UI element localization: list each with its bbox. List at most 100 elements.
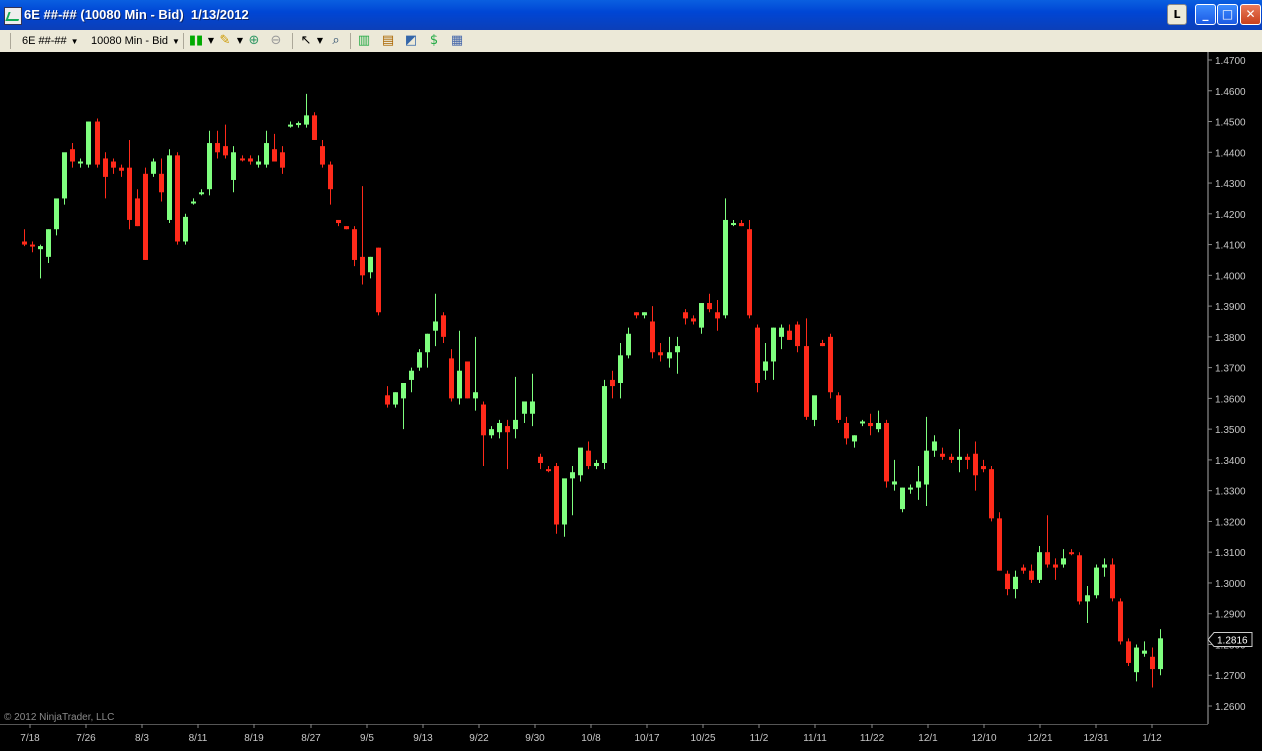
candle-body: [264, 143, 269, 165]
chart-plot-area[interactable]: [0, 52, 1208, 724]
candle: [530, 373, 535, 427]
candle-body: [457, 370, 462, 399]
candle: [578, 447, 583, 482]
candle-body: [30, 244, 35, 247]
candle-body: [360, 256, 365, 276]
candle: [949, 453, 954, 463]
candle-body: [658, 352, 663, 356]
candle: [425, 333, 430, 368]
candle-body: [312, 115, 317, 140]
indicators-icon[interactable]: ▤: [380, 33, 396, 49]
candle: [916, 466, 921, 500]
candle-body: [981, 466, 986, 470]
minimize-button[interactable]: _: [1195, 4, 1216, 25]
price-tick-label: 1.4500: [1215, 118, 1246, 129]
price-tick-label: 1.3000: [1215, 579, 1246, 590]
candle-body: [892, 481, 897, 485]
candle-body: [1005, 573, 1010, 590]
candle-body: [1021, 567, 1026, 571]
candle-body: [675, 346, 680, 353]
candle: [626, 327, 631, 359]
candle-body: [95, 121, 100, 165]
candle: [409, 367, 414, 393]
candle: [594, 459, 599, 470]
candle-body: [409, 370, 414, 380]
price-axis[interactable]: 1.4700 1.4600 1.4500 1.4400 1.4300 1.4200 1.41…: [1208, 52, 1262, 724]
candle-body: [1110, 564, 1115, 599]
candle-body: [167, 155, 172, 220]
search-icon[interactable]: ⌕: [328, 33, 344, 49]
candle-body: [62, 152, 67, 199]
candle-body: [1013, 576, 1018, 590]
candle-body: [489, 429, 494, 436]
candle-body: [610, 379, 615, 387]
strategies-icon[interactable]: ◩: [403, 33, 419, 49]
candle: [908, 484, 913, 494]
candle: [457, 330, 462, 405]
candle-body: [240, 158, 245, 161]
candle-body: [924, 450, 929, 485]
lock-button[interactable]: L: [1167, 4, 1187, 25]
candle-body: [828, 336, 833, 393]
time-tick-label: 12/10: [971, 733, 996, 744]
candle: [135, 189, 140, 227]
candle-body: [199, 192, 204, 195]
candle: [1045, 515, 1050, 568]
candle: [876, 410, 881, 433]
time-axis[interactable]: 7/18 7/26 8/3 8/11 8/19 8/27 9/5 9/13 9/22 9/30 10…: [0, 724, 1262, 751]
candlestick-chart[interactable]: [0, 52, 1207, 724]
period-dropdown[interactable]: 10080 Min - Bid ▼: [91, 33, 180, 49]
candle-body: [965, 456, 970, 460]
properties-icon[interactable]: ▦: [449, 33, 465, 49]
candle-body: [320, 146, 325, 165]
pencil-icon[interactable]: ✎: [217, 33, 233, 49]
candle-body: [916, 481, 921, 488]
candle-body: [1142, 650, 1147, 654]
candle-body: [1158, 638, 1163, 670]
instrument-dropdown[interactable]: 6E ##-## ▼: [22, 33, 79, 49]
candle: [900, 487, 905, 513]
dollar-icon[interactable]: $: [426, 33, 442, 49]
candle-body: [393, 392, 398, 405]
close-button[interactable]: ✕: [1240, 4, 1261, 25]
candle: [1102, 558, 1107, 577]
candle-body: [940, 453, 945, 457]
candle: [151, 158, 156, 177]
candle-body: [642, 312, 647, 316]
chart-style-icon[interactable]: ▮▮: [188, 33, 204, 49]
candle-body: [296, 123, 301, 126]
time-tick-label: 11/2: [750, 733, 769, 744]
data-series-icon[interactable]: ▥: [356, 33, 372, 49]
candle-body: [328, 164, 333, 190]
candle-body: [836, 395, 841, 420]
price-tick-label: 1.2600: [1215, 702, 1246, 713]
candle: [820, 339, 825, 347]
candle-body: [38, 246, 43, 250]
instrument-label: 6E ##-##: [22, 35, 67, 47]
zoom-in-icon[interactable]: ⊕: [246, 33, 262, 49]
candle-body: [957, 456, 962, 460]
candle: [401, 383, 406, 430]
candle: [586, 441, 591, 470]
candle: [787, 324, 792, 340]
candle: [183, 213, 188, 245]
candle-body: [272, 149, 277, 162]
candle-body: [530, 401, 535, 414]
candle-body: [739, 223, 744, 227]
candle-body: [248, 158, 253, 162]
dropdown-arrow-icon[interactable]: ▼: [312, 33, 328, 49]
candle-body: [385, 395, 390, 405]
candle: [95, 118, 100, 168]
candle: [1150, 647, 1155, 688]
candle: [828, 333, 833, 399]
candle: [473, 336, 478, 411]
candle-body: [731, 223, 736, 226]
candle-body: [538, 456, 543, 463]
zoom-out-icon[interactable]: ⊖: [268, 33, 284, 49]
maximize-button[interactable]: □: [1217, 4, 1238, 25]
candle: [78, 158, 83, 168]
title-bar: 6E ##-## (10080 Min - Bid) 1/13/2012 L _…: [0, 0, 1262, 30]
candle-body: [932, 441, 937, 451]
candle: [570, 466, 575, 516]
candle: [747, 219, 752, 319]
